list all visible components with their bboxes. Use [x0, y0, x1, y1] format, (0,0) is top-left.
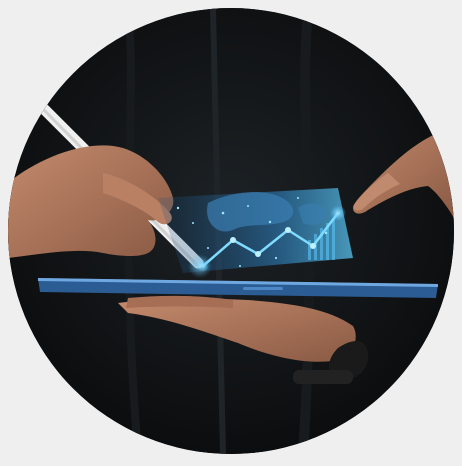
image-canvas: [0, 0, 462, 466]
stylus-glow: [188, 254, 212, 278]
chart-point: [230, 237, 236, 243]
chart-point: [255, 251, 261, 257]
watch-strap: [293, 370, 353, 384]
tablet-button: [243, 287, 283, 290]
circular-photo: [8, 8, 454, 454]
chart-point: [310, 243, 316, 249]
photo-illustration: [8, 8, 454, 454]
chart-point: [285, 227, 291, 233]
chart-point: [330, 205, 346, 221]
